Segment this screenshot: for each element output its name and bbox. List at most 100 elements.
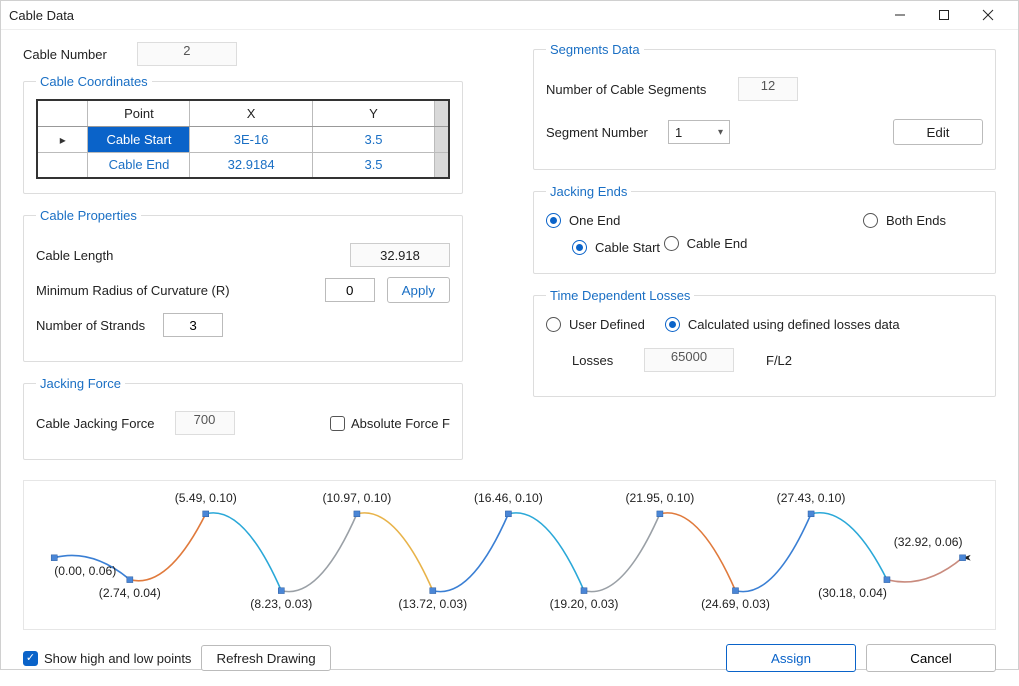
user-defined-radio[interactable]: User Defined [546, 317, 645, 332]
svg-text:(24.69, 0.03): (24.69, 0.03) [701, 597, 770, 611]
svg-text:(30.18, 0.04): (30.18, 0.04) [818, 586, 887, 600]
min-radius-label: Minimum Radius of Curvature (R) [36, 283, 313, 298]
coordinates-table[interactable]: Point X Y Cable Start 3E-16 3.5 [36, 99, 450, 179]
segments-data-legend: Segments Data [546, 42, 644, 57]
radio-icon [863, 213, 878, 228]
time-losses-legend: Time Dependent Losses [546, 288, 694, 303]
scroll-gutter[interactable] [435, 100, 449, 126]
jacking-force-legend: Jacking Force [36, 376, 125, 391]
cancel-button[interactable]: Cancel [866, 644, 996, 672]
losses-value[interactable]: 65000 [644, 348, 734, 372]
graph-svg: (0.00, 0.06) (2.74, 0.04) (5.49, 0.10) (8.2… [34, 487, 985, 623]
svg-text:(27.43, 0.10): (27.43, 0.10) [777, 491, 846, 505]
segment-number-select[interactable]: 1 ▾ [668, 120, 730, 144]
left-column: Cable Number 2 Cable Coordinates Point X… [23, 42, 463, 474]
svg-text:(13.72, 0.03): (13.72, 0.03) [398, 597, 467, 611]
jacking-ends-group: Jacking Ends One End Cable Start [533, 184, 996, 274]
cable-coordinates-legend: Cable Coordinates [36, 74, 152, 89]
scroll-gutter[interactable] [435, 126, 449, 152]
svg-text:(5.49, 0.10): (5.49, 0.10) [175, 491, 237, 505]
time-losses-group: Time Dependent Losses User Defined Calcu… [533, 288, 996, 397]
cell-point[interactable]: Cable Start [88, 126, 190, 152]
jacking-ends-legend: Jacking Ends [546, 184, 631, 199]
both-ends-label: Both Ends [886, 213, 946, 228]
one-end-label: One End [569, 213, 620, 228]
svg-text:(21.95, 0.10): (21.95, 0.10) [625, 491, 694, 505]
losses-label: Losses [572, 353, 632, 368]
col-header-x[interactable]: X [190, 100, 312, 126]
close-button[interactable] [966, 1, 1010, 29]
svg-text:(0.00, 0.06): (0.00, 0.06) [54, 564, 116, 578]
radio-icon [572, 240, 587, 255]
one-end-radio[interactable]: One End [546, 213, 620, 228]
refresh-drawing-button[interactable]: Refresh Drawing [201, 645, 330, 671]
window-title: Cable Data [9, 8, 878, 23]
minimize-button[interactable] [878, 1, 922, 29]
cell-x[interactable]: 32.9184 [190, 152, 312, 178]
cable-start-radio[interactable]: Cable Start [572, 240, 660, 255]
radio-icon [546, 317, 561, 332]
jacking-force-group: Jacking Force Cable Jacking Force 700 Ab… [23, 376, 463, 460]
absolute-force-label: Absolute Force F [351, 416, 450, 431]
cable-properties-legend: Cable Properties [36, 208, 141, 223]
title-bar: Cable Data [1, 1, 1018, 30]
both-ends-radio[interactable]: Both Ends [863, 213, 946, 228]
user-defined-label: User Defined [569, 317, 645, 332]
maximize-button[interactable] [922, 1, 966, 29]
jacking-force-value[interactable]: 700 [175, 411, 235, 435]
scroll-gutter[interactable] [435, 152, 449, 178]
radio-icon [546, 213, 561, 228]
svg-text:(2.74, 0.04): (2.74, 0.04) [99, 586, 161, 600]
min-radius-input[interactable] [325, 278, 375, 302]
row-indicator [37, 126, 88, 152]
right-column: Segments Data Number of Cable Segments 1… [533, 42, 996, 474]
col-header-point[interactable]: Point [88, 100, 190, 126]
cable-end-radio[interactable]: Cable End [664, 236, 748, 251]
strands-input[interactable] [163, 313, 223, 337]
col-header-y[interactable]: Y [312, 100, 434, 126]
cell-y[interactable]: 3.5 [312, 126, 434, 152]
strands-label: Number of Strands [36, 318, 145, 333]
chevron-down-icon: ▾ [718, 127, 723, 138]
segments-data-group: Segments Data Number of Cable Segments 1… [533, 42, 996, 170]
edit-segment-button[interactable]: Edit [893, 119, 983, 145]
cable-length-value: 32.918 [350, 243, 450, 267]
table-corner [37, 100, 88, 126]
table-row[interactable]: Cable Start 3E-16 3.5 [37, 126, 449, 152]
segment-number-label: Segment Number [546, 125, 656, 140]
cable-start-label: Cable Start [595, 240, 660, 255]
cable-number-row: Cable Number 2 [23, 42, 463, 66]
losses-unit: F/L2 [766, 353, 792, 368]
cable-length-label: Cable Length [36, 248, 338, 263]
cell-y[interactable]: 3.5 [312, 152, 434, 178]
radio-icon [665, 317, 680, 332]
svg-text:(10.97, 0.10): (10.97, 0.10) [323, 491, 392, 505]
cell-x[interactable]: 3E-16 [190, 126, 312, 152]
calculated-radio[interactable]: Calculated using defined losses data [665, 317, 900, 332]
cable-number-label: Cable Number [23, 47, 107, 62]
cable-properties-group: Cable Properties Cable Length 32.918 Min… [23, 208, 463, 362]
checkbox-icon [330, 416, 345, 431]
svg-text:(16.46, 0.10): (16.46, 0.10) [474, 491, 543, 505]
cable-profile-graph: (0.00, 0.06) (2.74, 0.04) (5.49, 0.10) (8.2… [23, 480, 996, 630]
segment-count-label: Number of Cable Segments [546, 82, 726, 97]
svg-text:(19.20, 0.03): (19.20, 0.03) [550, 597, 619, 611]
checkbox-icon [23, 651, 38, 666]
show-points-checkbox[interactable]: Show high and low points [23, 651, 191, 666]
dialog-footer: Show high and low points Refresh Drawing… [1, 640, 1018, 686]
cable-coordinates-group: Cable Coordinates Point X Y Cable Start [23, 74, 463, 194]
jacking-force-label: Cable Jacking Force [36, 416, 155, 431]
segment-number-value: 1 [675, 125, 682, 140]
segment-count-value: 12 [738, 77, 798, 101]
table-row[interactable]: Cable End 32.9184 3.5 [37, 152, 449, 178]
row-indicator [37, 152, 88, 178]
cable-data-window: Cable Data Cable Number 2 Cable Coordina… [0, 0, 1019, 670]
dialog-content: Cable Number 2 Cable Coordinates Point X… [1, 30, 1018, 640]
absolute-force-checkbox[interactable]: Absolute Force F [330, 416, 450, 431]
show-points-label: Show high and low points [44, 651, 191, 666]
apply-button[interactable]: Apply [387, 277, 450, 303]
assign-button[interactable]: Assign [726, 644, 856, 672]
cell-point[interactable]: Cable End [88, 152, 190, 178]
svg-text:(8.23, 0.03): (8.23, 0.03) [250, 597, 312, 611]
svg-text:(32.92, 0.06): (32.92, 0.06) [894, 535, 963, 549]
